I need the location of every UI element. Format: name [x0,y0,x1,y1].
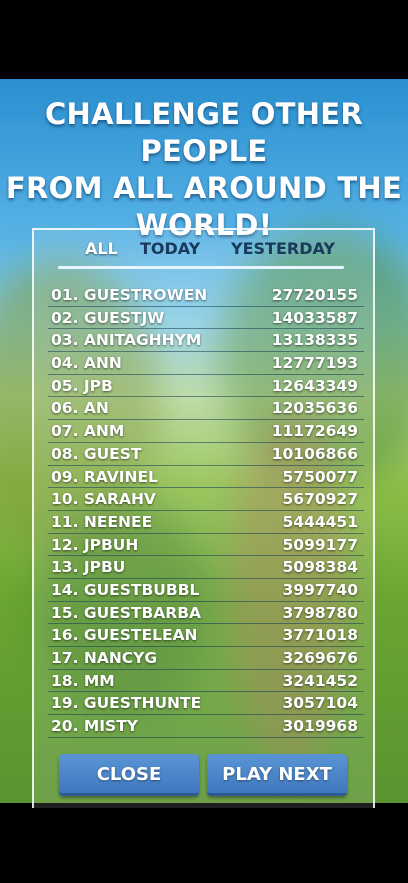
player-rank-name: 16. GUESTELEAN [51,626,198,645]
player-score: 5098384 [282,558,359,577]
tab-today[interactable]: TODAY [140,239,200,258]
table-row: 02. GUESTJW 14033587 [48,307,364,330]
table-row: 09. RAVINEL 5750077 [48,466,364,489]
leaderboard-list: 01. GUESTROWEN 27720155 02. GUESTJW 1403358… [48,284,364,738]
player-rank-name: 05. JPB [51,376,113,395]
table-row: 14. GUESTBUBBL 3997740 [48,579,364,602]
table-row: 12. JPBUH 5099177 [48,534,364,557]
player-score: 3269676 [282,649,359,667]
player-rank-name: 19. GUESTHUNTE [51,694,202,713]
player-score: 5099177 [282,535,359,554]
table-row: 08. GUEST 10106866 [48,443,364,466]
table-row: 01. GUESTROWEN 27720155 [48,284,364,307]
player-score: 5750077 [282,467,359,486]
player-score: 12035636 [271,399,358,418]
player-rank-name: 11. NEENEE [51,512,153,531]
player-rank-name: 08. GUEST [51,444,142,463]
table-row: 13. JPBU 5098384 [48,556,364,579]
tab-underline [58,266,344,269]
headline-line: CHALLENGE OTHER PEOPLE [44,97,364,168]
player-score: 3019968 [282,717,359,736]
player-score: 14033587 [271,308,358,327]
player-rank-name: 20. MISTY [51,717,139,736]
table-row: 15. GUESTBARBA 3798780 [48,602,364,625]
page-headline: CHALLENGE OTHER PEOPLE FROM ALL AROUND T… [0,96,408,244]
player-rank-name: 06. AN [51,399,109,418]
player-rank-name: 14. GUESTBUBBL [51,580,200,599]
headline-line: FROM ALL AROUND THE [5,171,403,205]
table-row: 03. ANITAGHHYM 13138335 [48,329,364,353]
table-row: 04. ANN 12777193 [48,352,364,375]
player-rank-name: 18. MM [51,671,115,690]
player-score: 3241452 [282,671,359,690]
player-rank-name: 15. GUESTBARBA [51,603,202,622]
table-row: 06. AN 12035636 [48,397,364,421]
player-rank-name: 01. GUESTROWEN [51,286,208,304]
player-rank-name: 09. RAVINEL [51,467,158,486]
player-score: 11172649 [271,422,358,441]
table-row: 18. MM 3241452 [48,670,364,693]
table-row: 07. ANM 11172649 [48,420,364,443]
player-score: 12777193 [271,354,358,373]
player-rank-name: 02. GUESTJW [51,308,165,327]
tab-all[interactable]: ALL [85,239,118,258]
player-rank-name: 17. NANCYG [51,649,158,667]
player-rank-name: 12. JPBUH [51,535,139,554]
close-button[interactable]: CLOSE [59,754,199,796]
tab-yesterday[interactable]: YESTERDAY [231,239,335,258]
player-score: 3771018 [282,626,359,645]
table-row: 17. NANCYG 3269676 [48,647,364,670]
play-next-button[interactable]: PLAY NEXT [207,754,347,796]
player-score: 5670927 [282,490,359,509]
table-row: 11. NEENEE 5444451 [48,511,364,534]
player-rank-name: 03. ANITAGHHYM [51,331,202,350]
table-row: 10. SARAHV 5670927 [48,488,364,511]
player-rank-name: 04. ANN [51,354,122,373]
player-score: 3997740 [282,580,359,599]
table-row: 20. MISTY 3019968 [48,715,364,738]
player-rank-name: 13. JPBU [51,558,126,577]
leaderboard-tabs: ALL TODAY YESTERDAY [0,239,408,261]
player-score: 3057104 [282,694,359,713]
player-score: 5444451 [282,512,359,531]
player-score: 3798780 [282,603,359,622]
player-rank-name: 07. ANM [51,422,125,441]
player-score: 27720155 [271,286,358,304]
player-score: 13138335 [271,331,358,350]
table-row: 19. GUESTHUNTE 3057104 [48,692,364,716]
player-rank-name: 10. SARAHV [51,490,156,509]
table-row: 16. GUESTELEAN 3771018 [48,624,364,647]
table-row: 05. JPB 12643349 [48,375,364,398]
player-score: 10106866 [271,444,358,463]
player-score: 12643349 [271,376,358,395]
